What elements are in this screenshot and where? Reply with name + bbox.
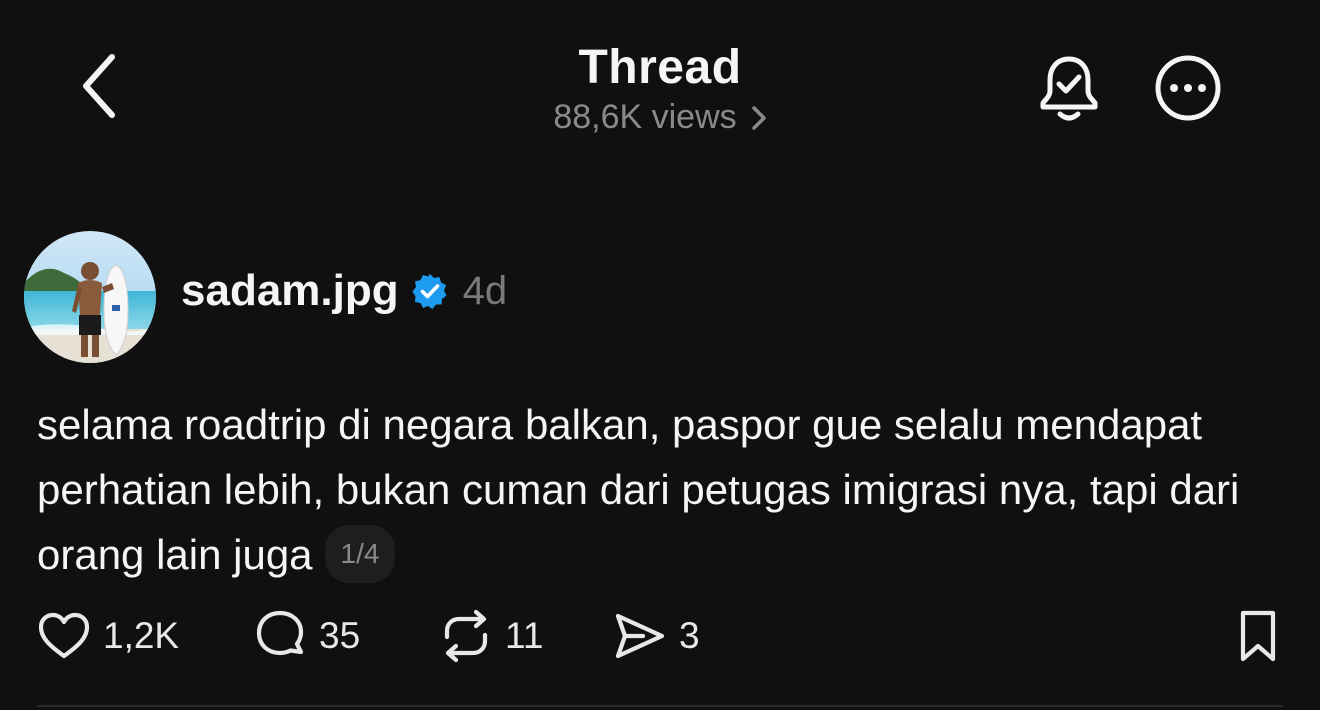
bookmark-icon [1240,610,1276,662]
heart-icon [38,612,90,659]
more-button[interactable] [1152,52,1224,124]
reply-button[interactable]: 35 [253,607,360,665]
divider [37,705,1283,707]
thread-pager-badge: 1/4 [324,524,396,583]
reply-count: 35 [319,615,361,656]
verified-badge-icon [411,272,449,310]
repost-count: 11 [505,615,544,656]
notify-button[interactable] [1034,52,1104,124]
page-title: Thread [578,41,742,94]
comment-icon [256,610,304,656]
views-count: 88,6K views [553,98,737,136]
repost-button[interactable]: 11 [439,607,543,665]
post-timestamp: 4d [462,268,508,313]
post-body: selama roadtrip di negara balkan, paspor… [37,401,1240,578]
views-link[interactable]: 88,6K views [0,98,1320,137]
bell-check-icon [1040,56,1098,121]
like-button[interactable]: 1,2K [37,607,179,665]
post-text: selama roadtrip di negara balkan, paspor… [37,392,1287,587]
chevron-right-icon [751,105,766,130]
more-circle-icon [1155,55,1221,121]
avatar[interactable] [24,231,156,363]
share-count: 3 [679,615,700,656]
avatar-photo [24,231,156,363]
share-button[interactable]: 3 [613,607,700,665]
like-count: 1,2K [103,615,180,656]
bookmark-button[interactable] [1234,609,1282,663]
post-author-row: sadam.jpg 4d [181,266,507,316]
repost-icon [444,609,488,663]
username[interactable]: sadam.jpg [181,266,399,316]
send-icon [615,613,665,659]
